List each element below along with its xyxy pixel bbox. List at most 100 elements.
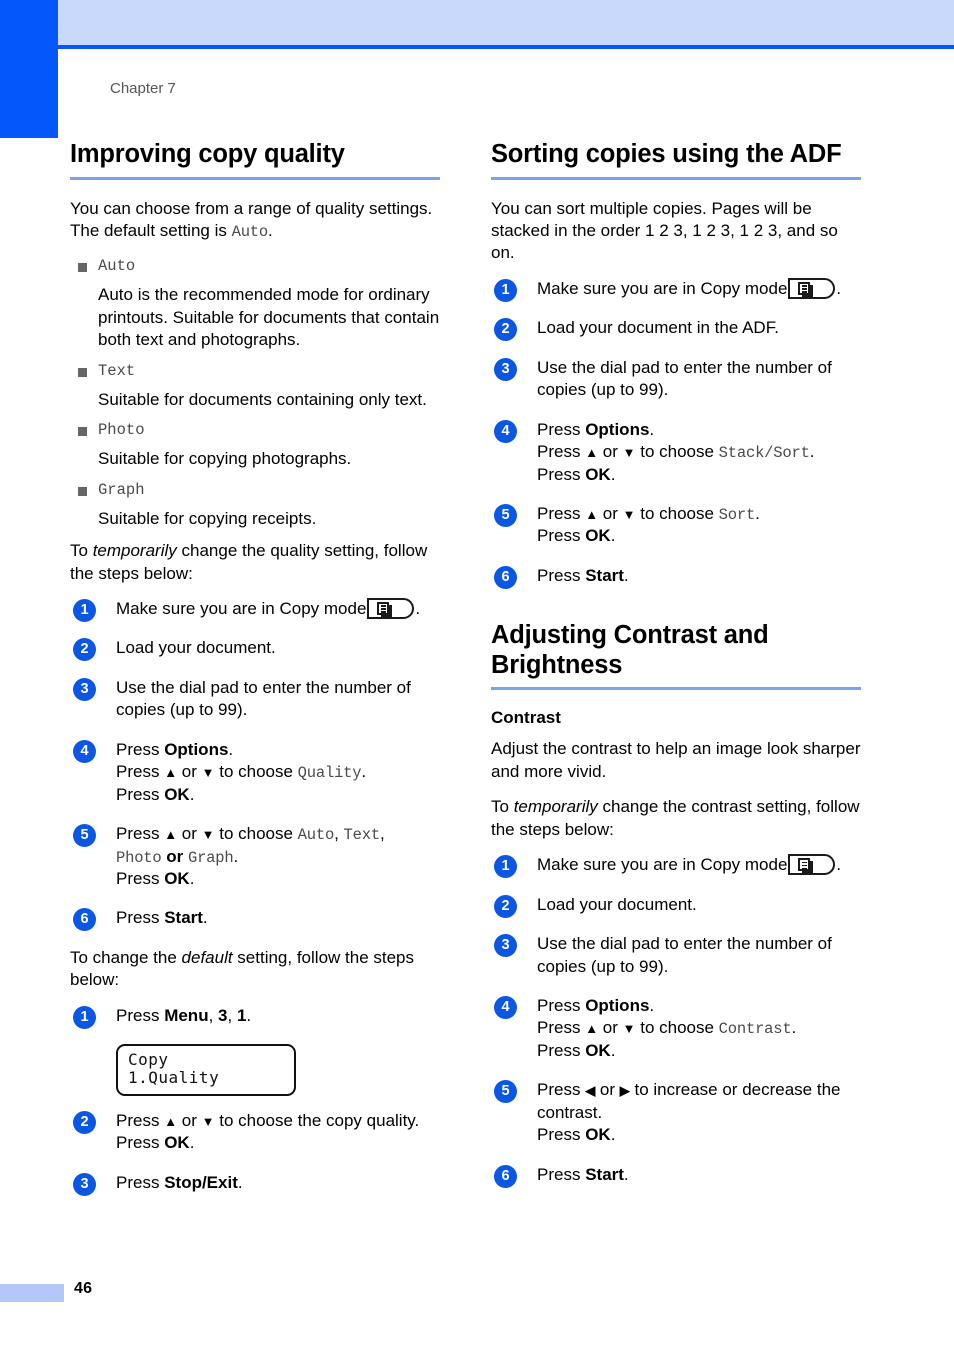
button-name-ok: OK: [164, 784, 190, 804]
quality-option-description: Auto is the recommended mode for ordinar…: [98, 285, 440, 350]
step-line: Press ▲ or ▼ to choose Quality.: [116, 761, 440, 783]
step-number-badge: 5: [494, 1080, 517, 1104]
button-name-options: Options: [585, 995, 650, 1015]
square-bullet-icon: [78, 427, 87, 437]
down-arrow-icon: ▼: [622, 1021, 636, 1037]
step-number-badge: 1: [494, 855, 517, 879]
button-name-start: Start: [164, 908, 203, 928]
step-text-end: .: [237, 1172, 243, 1192]
button-name-ok: OK: [164, 1133, 190, 1153]
square-bullet-icon: [78, 486, 87, 496]
sort-step-2: 2 Load your document in the ADF.: [491, 317, 861, 342]
step-text: Press: [537, 1125, 586, 1145]
step-text-end: .: [228, 739, 234, 759]
right-column: Sorting copies using the ADF You can sor…: [491, 140, 861, 1203]
step-text-end: .: [809, 442, 815, 462]
step-text-end: .: [189, 868, 195, 888]
step-text: Press: [116, 868, 165, 888]
step-text: Load your document.: [537, 894, 697, 914]
page-footer-accent-block: [0, 1284, 64, 1302]
temp-intro-emphasis: temporarily: [92, 541, 177, 561]
quality-option-name: Auto: [98, 257, 136, 276]
lcd-term-sort: Sort: [718, 505, 756, 524]
step-line: Press OK.: [116, 1132, 440, 1154]
step-number-badge: 2: [73, 1110, 96, 1134]
step-number-badge: 5: [494, 503, 517, 527]
step-text: Press: [537, 995, 586, 1015]
step-text-end: .: [649, 419, 655, 439]
button-name-ok: OK: [585, 1125, 611, 1145]
up-arrow-icon: ▲: [164, 827, 178, 843]
step-text: Press: [537, 442, 586, 462]
sorting-intro-paragraph: You can sort multiple copies. Pages will…: [491, 198, 838, 263]
step-text-end: .: [246, 1005, 252, 1025]
step-line: Press ▲ or ▼ to choose the copy quality.: [116, 1110, 440, 1132]
copy-mode-key-icon: [788, 277, 836, 299]
square-bullet-icon: [78, 263, 87, 273]
up-arrow-icon: ▲: [585, 445, 599, 461]
button-name-ok: OK: [164, 868, 190, 888]
contrast-step-4: 4 Press Options. Press ▲ or ▼ to choose …: [491, 995, 861, 1062]
step-text-end: .: [415, 598, 421, 618]
step-text: Use the dial pad to enter the number of …: [116, 677, 411, 720]
contrast-step-3: 3 Use the dial pad to enter the number o…: [491, 933, 861, 978]
page-title-improving-copy-quality: Improving copy quality: [70, 140, 345, 168]
step-text: Press: [116, 762, 165, 782]
step-text: Make sure you are in Copy mode: [537, 278, 788, 298]
page-header-band: [58, 0, 954, 45]
conjunction-or: or: [161, 846, 188, 866]
step-number-badge: 2: [494, 318, 517, 342]
step-number-badge: 3: [494, 934, 517, 958]
step-text: Press: [537, 464, 586, 484]
step-text: to choose: [635, 1018, 719, 1038]
step-text: or: [598, 442, 623, 462]
list-item: Photo: [70, 421, 440, 441]
keypad-digit-3: 3: [218, 1005, 228, 1025]
button-name-menu: Menu: [164, 1005, 209, 1025]
step-text: Press: [116, 1133, 165, 1153]
step-text: Press: [537, 526, 586, 546]
square-bullet-icon: [78, 367, 87, 377]
quality-option-description: Suitable for copying photographs.: [98, 449, 352, 469]
sort-step-6: 6 Press Start.: [491, 565, 861, 589]
page-corner-accent-block: [0, 0, 58, 138]
button-name-ok: OK: [585, 464, 611, 484]
down-arrow-icon: ▼: [201, 765, 215, 781]
section-rule: [491, 687, 861, 691]
step-line: Press ▲ or ▼ to choose Sort.: [537, 503, 861, 525]
temporary-change-intro: To temporarily change the quality settin…: [70, 540, 440, 585]
sort-step-5: 5 Press ▲ or ▼ to choose Sort. Press OK.: [491, 503, 861, 548]
step-text: to choose the copy quality.: [214, 1110, 420, 1130]
step-number-badge: 3: [494, 357, 517, 381]
step-text-end: .: [610, 526, 616, 546]
step-number-badge: 6: [73, 908, 96, 932]
step-text: Press: [116, 1172, 165, 1192]
sort-step-3: 3 Use the dial pad to enter the number o…: [491, 357, 861, 402]
contrast-step-5: 5 Press ◀ or ▶ to increase or decrease t…: [491, 1079, 861, 1146]
step-line: Press Options.: [537, 995, 861, 1017]
step-line: Press OK.: [537, 1040, 861, 1062]
up-arrow-icon: ▲: [585, 1021, 599, 1037]
step-text: to choose: [214, 824, 298, 844]
step-2: 2 Load your document.: [70, 637, 440, 662]
up-arrow-icon: ▲: [585, 506, 599, 522]
step-line: Press OK.: [537, 1124, 861, 1146]
step-number-badge: 1: [73, 598, 96, 622]
step-text-end: .: [791, 1018, 797, 1038]
contrast-intro-pre: To: [491, 797, 514, 817]
step-number-badge: 2: [73, 638, 96, 662]
separator: ,: [227, 1005, 237, 1025]
step-number-badge: 6: [494, 1164, 517, 1188]
step-text: Use the dial pad to enter the number of …: [537, 934, 832, 976]
page-number: 46: [74, 1280, 93, 1297]
left-column: Improving copy quality You can choose fr…: [70, 140, 440, 1211]
step-4: 4 Press Options. Press ▲ or ▼ to choose …: [70, 739, 440, 806]
step-line: Press Options.: [537, 419, 861, 441]
temp-intro-pre: To: [70, 541, 93, 561]
button-name-ok: OK: [585, 526, 611, 546]
step-number-badge: 1: [73, 1005, 96, 1029]
lcd-display-panel: Copy 1.Quality: [116, 1044, 296, 1096]
step-text: Press: [537, 1164, 586, 1184]
default-step-2: 2 Press ▲ or ▼ to choose the copy qualit…: [70, 1110, 440, 1155]
lcd-term-contrast: Contrast: [718, 1020, 792, 1039]
